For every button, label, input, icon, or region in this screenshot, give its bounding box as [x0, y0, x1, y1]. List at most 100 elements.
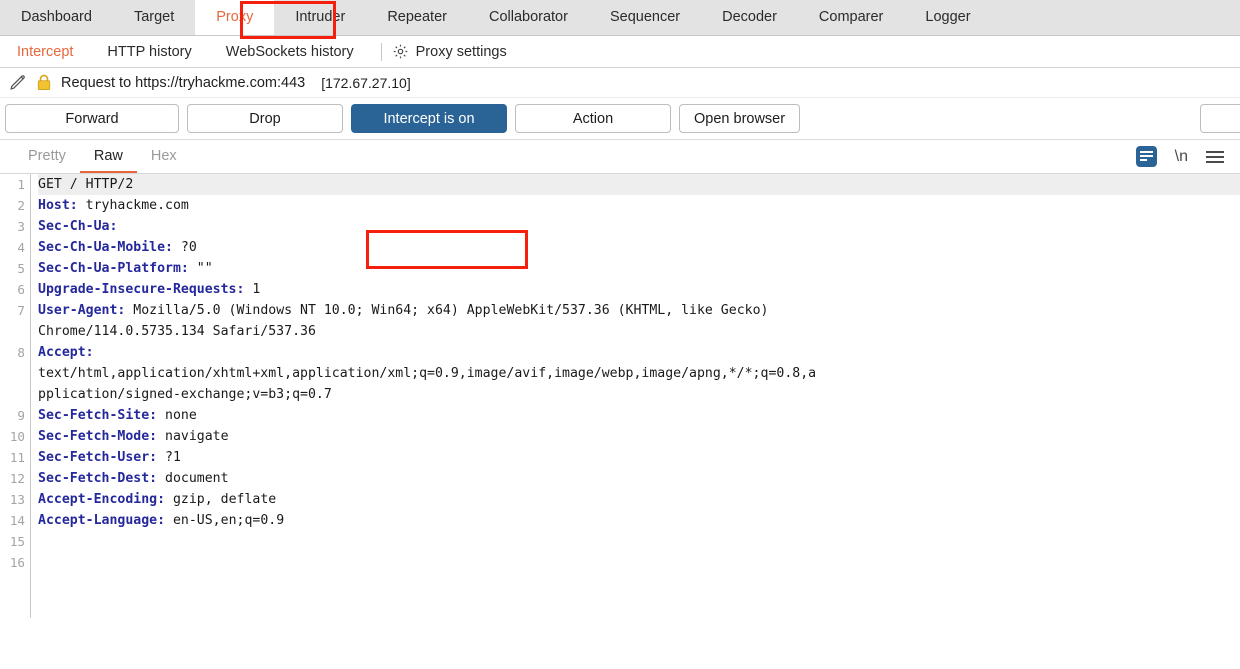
main-tab-decoder[interactable]: Decoder: [701, 0, 798, 35]
main-tab-label: Decoder: [722, 9, 777, 25]
newline-icon[interactable]: \n: [1175, 148, 1188, 166]
button-label: Drop: [249, 111, 280, 127]
header-name: Sec-Ch-Ua-Platform:: [38, 261, 189, 276]
request-line: text/html,application/xhtml+xml,applicat…: [38, 363, 1240, 384]
drop-button[interactable]: Drop: [187, 104, 343, 133]
main-tab-intruder[interactable]: Intruder: [274, 0, 366, 35]
proxy-settings-button[interactable]: Proxy settings: [392, 43, 521, 60]
sub-tab-http-history[interactable]: HTTP history: [90, 36, 208, 68]
main-tab-collaborator[interactable]: Collaborator: [468, 0, 589, 35]
action-button[interactable]: Action: [515, 104, 671, 133]
header-value: Mozilla/5.0 (Windows NT 10.0; Win64; x64…: [125, 303, 768, 318]
main-tab-target[interactable]: Target: [113, 0, 195, 35]
header-name: Sec-Fetch-Mode:: [38, 429, 157, 444]
viewer-icon-group: \n: [1136, 146, 1224, 167]
header-name: Host:: [38, 198, 78, 213]
main-tab-comparer[interactable]: Comparer: [798, 0, 904, 35]
line-number: [0, 384, 25, 405]
request-editor[interactable]: 12345678910111213141516 GET / HTTP/2Host…: [0, 174, 1240, 618]
forward-button[interactable]: Forward: [5, 104, 179, 133]
main-tab-label: Dashboard: [21, 9, 92, 25]
sub-tab-websockets-history[interactable]: WebSockets history: [209, 36, 371, 68]
line-number: 5: [0, 258, 25, 279]
main-tab-dashboard[interactable]: Dashboard: [0, 0, 113, 35]
main-tab-repeater[interactable]: Repeater: [366, 0, 468, 35]
line-number: [0, 321, 25, 342]
viewer-tab-raw[interactable]: Raw: [80, 140, 137, 173]
request-line: Host: tryhackme.com: [38, 195, 1240, 216]
sub-tab-label: Intercept: [17, 44, 73, 60]
header-value: 1: [244, 282, 260, 297]
header-name: Sec-Ch-Ua:: [38, 219, 117, 234]
viewer-tab-label: Raw: [94, 148, 123, 164]
line-number: 4: [0, 237, 25, 258]
request-target-bar: Request to https://tryhackme.com:443 [17…: [0, 68, 1240, 98]
request-line: [38, 531, 1240, 552]
line-number: 13: [0, 489, 25, 510]
line-number: 11: [0, 447, 25, 468]
menu-icon[interactable]: [1206, 151, 1224, 163]
word-wrap-icon[interactable]: [1136, 146, 1157, 167]
line-number: 16: [0, 552, 25, 573]
header-value: en-US,en;q=0.9: [165, 513, 284, 528]
main-tab-bar: Dashboard Target Proxy Intruder Repeater Coll…: [0, 0, 1240, 36]
gear-icon: [392, 43, 409, 60]
header-value: gzip, deflate: [165, 492, 276, 507]
proxy-settings-label: Proxy settings: [416, 44, 507, 60]
sub-tab-label: WebSockets history: [226, 44, 354, 60]
viewer-tab-label: Pretty: [28, 148, 66, 164]
request-target-text: Request to https://tryhackme.com:443: [61, 75, 305, 91]
viewer-tab-hex[interactable]: Hex: [137, 140, 191, 173]
line-number: [0, 363, 25, 384]
main-tab-label: Collaborator: [489, 9, 568, 25]
line-number: 1: [0, 174, 25, 195]
pencil-icon[interactable]: [8, 73, 27, 92]
line-number: 12: [0, 468, 25, 489]
header-value: navigate: [157, 429, 228, 444]
main-tab-label: Repeater: [387, 9, 447, 25]
line-number: 3: [0, 216, 25, 237]
header-name: Accept:: [38, 345, 94, 360]
main-tab-logger[interactable]: Logger: [904, 0, 991, 35]
header-name: Upgrade-Insecure-Requests:: [38, 282, 244, 297]
main-tab-proxy[interactable]: Proxy: [195, 0, 274, 35]
button-label: Open browser: [694, 111, 785, 127]
request-raw-text[interactable]: GET / HTTP/2Host: tryhackme.comSec-Ch-Ua…: [30, 174, 1240, 618]
request-line: Sec-Ch-Ua-Mobile: ?0: [38, 237, 1240, 258]
header-value: document: [157, 471, 228, 486]
open-browser-button[interactable]: Open browser: [679, 104, 800, 133]
main-tab-label: Logger: [925, 9, 970, 25]
main-tab-sequencer[interactable]: Sequencer: [589, 0, 701, 35]
header-name: Sec-Ch-Ua-Mobile:: [38, 240, 173, 255]
header-value: pplication/signed-exchange;v=b3;q=0.7: [38, 387, 332, 402]
header-name: Sec-Fetch-Dest:: [38, 471, 157, 486]
line-number: 7: [0, 300, 25, 321]
header-value: none: [157, 408, 197, 423]
main-tab-label: Target: [134, 9, 174, 25]
request-line: Accept-Language: en-US,en;q=0.9: [38, 510, 1240, 531]
message-view-tab-bar: Pretty Raw Hex \n: [0, 140, 1240, 174]
header-value: ?0: [173, 240, 197, 255]
viewer-tab-label: Hex: [151, 148, 177, 164]
request-line: Upgrade-Insecure-Requests: 1: [38, 279, 1240, 300]
line-number: 6: [0, 279, 25, 300]
request-line: Sec-Fetch-Dest: document: [38, 468, 1240, 489]
request-line: Sec-Fetch-Mode: navigate: [38, 426, 1240, 447]
sub-tab-label: HTTP history: [107, 44, 191, 60]
header-name: Sec-Fetch-User:: [38, 450, 157, 465]
line-number: 2: [0, 195, 25, 216]
line-number: 8: [0, 342, 25, 363]
request-line: User-Agent: Mozilla/5.0 (Windows NT 10.0…: [38, 300, 1240, 321]
divider: [381, 43, 382, 61]
request-line: Chrome/114.0.5735.134 Safari/537.36: [38, 321, 1240, 342]
request-line: Sec-Fetch-User: ?1: [38, 447, 1240, 468]
header-name: Sec-Fetch-Site:: [38, 408, 157, 423]
main-tab-label: Comparer: [819, 9, 883, 25]
overflow-button-cut[interactable]: [1200, 104, 1240, 133]
viewer-tab-pretty[interactable]: Pretty: [14, 140, 80, 173]
button-label: Intercept is on: [383, 111, 474, 127]
main-tab-label: Intruder: [295, 9, 345, 25]
sub-tab-intercept[interactable]: Intercept: [0, 36, 90, 68]
button-label: Forward: [65, 111, 118, 127]
intercept-is-on-button[interactable]: Intercept is on: [351, 104, 507, 133]
